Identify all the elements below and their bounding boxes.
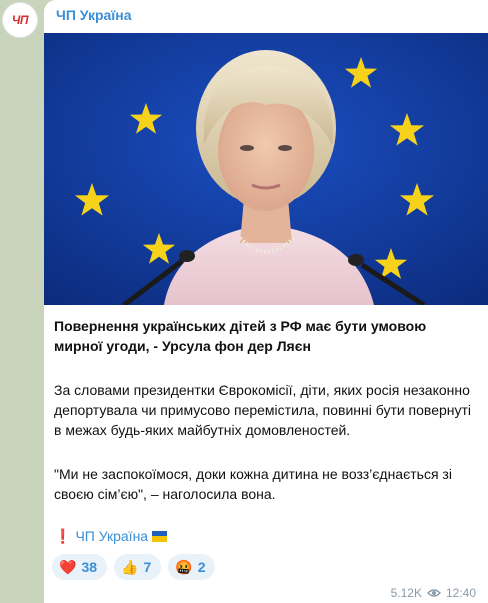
post-paragraph-2: "Ми не заспокоїмося, доки кожна дитина н… — [54, 466, 452, 502]
message-time: 12:40 — [445, 586, 476, 600]
reaction-count: 7 — [143, 559, 152, 575]
reaction-count: 38 — [81, 559, 98, 575]
reaction-angry[interactable]: 🤬 2 — [168, 554, 216, 580]
heart-icon: ❤️ — [59, 559, 77, 575]
ukraine-flag-icon — [152, 530, 168, 542]
post-signature[interactable]: ❗ ЧП Україна — [54, 526, 168, 546]
post-paragraph-1: За словами президентки Єврокомісії, діти… — [54, 382, 472, 438]
message-meta: 5.12K 12:40 — [391, 586, 476, 600]
message-bubble: ЧП Україна Повернення українських дітей … — [44, 0, 488, 603]
channel-name-link[interactable]: ЧП Україна — [56, 7, 132, 23]
reaction-count: 2 — [197, 559, 206, 575]
channel-avatar[interactable]: ЧП — [3, 3, 37, 37]
post-title: Повернення українських дітей з РФ має бу… — [54, 318, 427, 354]
reaction-heart[interactable]: ❤️ 38 — [52, 554, 108, 580]
reactions-bar: ❤️ 38 👍 7 🤬 2 — [52, 554, 216, 580]
post-photo[interactable] — [44, 33, 488, 305]
views-count: 5.12K — [390, 586, 422, 600]
angry-face-icon: 🤬 — [175, 559, 193, 575]
exclamation-icon: ❗ — [54, 528, 72, 544]
channel-avatar-text: ЧП — [11, 13, 29, 27]
post-photo-image — [44, 33, 488, 305]
reaction-thumbs-up[interactable]: 👍 7 — [114, 554, 162, 580]
thumbs-up-icon: 👍 — [121, 559, 139, 575]
signature-link[interactable]: ЧП Україна — [75, 526, 148, 546]
eye-icon — [426, 589, 441, 597]
